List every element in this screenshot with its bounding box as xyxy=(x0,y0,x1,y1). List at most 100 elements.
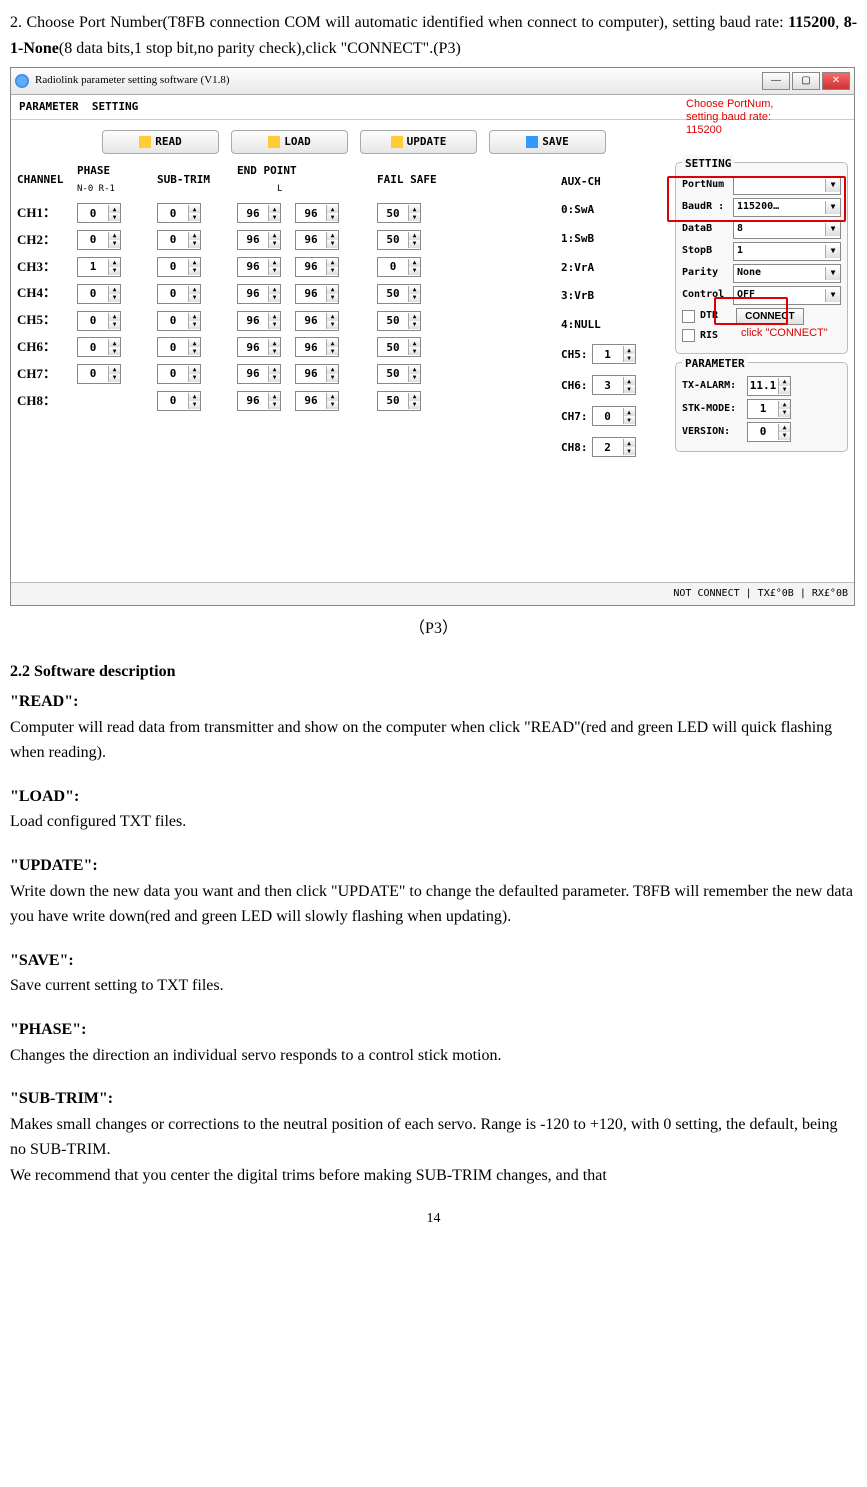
parity-combo[interactable]: None▼ xyxy=(733,264,841,283)
header-subtrim: SUB-TRIM xyxy=(157,171,237,189)
endpoint-l-spinner[interactable]: 96▲▼ xyxy=(237,337,281,357)
endpoint-l-spinner[interactable]: 96▲▼ xyxy=(237,203,281,223)
version-label: VERSION: xyxy=(682,424,744,440)
read-button[interactable]: READ xyxy=(102,130,219,154)
dtr-checkbox[interactable] xyxy=(682,310,695,323)
failsafe-spinner[interactable]: 0▲▼ xyxy=(377,257,421,277)
phase-spinner[interactable]: 0▲▼ xyxy=(77,364,121,384)
txalarm-label: TX-ALARM: xyxy=(682,378,744,394)
statusbar: NOT CONNECT | TX£°0B | RX£°0B xyxy=(11,582,854,605)
failsafe-spinner[interactable]: 50▲▼ xyxy=(377,364,421,384)
maximize-button[interactable]: ▢ xyxy=(792,72,820,90)
update-icon xyxy=(391,136,403,148)
stopb-combo[interactable]: 1▼ xyxy=(733,242,841,261)
annotation-top3: 115200 xyxy=(686,122,722,140)
aux-ch5-spinner[interactable]: 1▲▼ xyxy=(592,344,636,364)
txalarm-spinner[interactable]: 11.1▲▼ xyxy=(747,376,791,396)
subtrim-spinner[interactable]: 0▲▼ xyxy=(157,257,201,277)
save-icon xyxy=(526,136,538,148)
update-label: UPDATE xyxy=(407,133,447,151)
subtrim-spinner[interactable]: 0▲▼ xyxy=(157,203,201,223)
phase-spinner[interactable]: 0▲▼ xyxy=(77,284,121,304)
endpoint-r-spinner[interactable]: 96▲▼ xyxy=(295,311,339,331)
page-number: 14 xyxy=(10,1208,857,1230)
load-button[interactable]: LOAD xyxy=(231,130,348,154)
aux-ch8-spinner[interactable]: 2▲▼ xyxy=(592,437,636,457)
intro-paragraph: 2. Choose Port Number(T8FB connection CO… xyxy=(10,10,857,61)
window-title: Radiolink parameter setting software (V1… xyxy=(35,72,230,90)
app-icon xyxy=(15,74,29,88)
endpoint-l-spinner[interactable]: 96▲▼ xyxy=(237,284,281,304)
phase-spinner[interactable]: 0▲▼ xyxy=(77,311,121,331)
stkmode-spinner[interactable]: 1▲▼ xyxy=(747,399,791,419)
endpoint-l-spinner[interactable]: 96▲▼ xyxy=(237,391,281,411)
parameter-title: PARAMETER xyxy=(682,355,748,373)
minimize-button[interactable]: — xyxy=(762,72,790,90)
subtrim-spinner[interactable]: 0▲▼ xyxy=(157,311,201,331)
subtrim-spinner[interactable]: 0▲▼ xyxy=(157,391,201,411)
endpoint-r-spinner[interactable]: 96▲▼ xyxy=(295,337,339,357)
endpoint-r-spinner[interactable]: 96▲▼ xyxy=(295,391,339,411)
endpoint-r-spinner[interactable]: 96▲▼ xyxy=(295,203,339,223)
channel-label: CH2： xyxy=(17,230,77,251)
term-phase: "PHASE": xyxy=(10,1017,857,1043)
endpoint-r-spinner[interactable]: 96▲▼ xyxy=(295,230,339,250)
failsafe-spinner[interactable]: 50▲▼ xyxy=(377,311,421,331)
ris-label: RIS xyxy=(700,328,718,344)
body-save: Save current setting to TXT files. xyxy=(10,973,857,999)
failsafe-spinner[interactable]: 50▲▼ xyxy=(377,391,421,411)
save-label: SAVE xyxy=(542,133,569,151)
menu-parameter[interactable]: PARAMETER xyxy=(19,100,79,113)
header-phase: PHASEN-0 R-1 xyxy=(77,162,157,197)
term-update: "UPDATE": xyxy=(10,853,857,879)
figure-caption: （P3） xyxy=(10,616,857,642)
failsafe-spinner[interactable]: 50▲▼ xyxy=(377,337,421,357)
failsafe-spinner[interactable]: 50▲▼ xyxy=(377,284,421,304)
header-failsafe: FAIL SAFE xyxy=(377,171,477,189)
stkmode-label: STK-MODE: xyxy=(682,401,744,417)
annotation-bottom: click "CONNECT" xyxy=(741,325,828,343)
endpoint-l-spinner[interactable]: 96▲▼ xyxy=(237,311,281,331)
endpoint-l-spinner[interactable]: 96▲▼ xyxy=(237,257,281,277)
aux-ch8-label: CH8: xyxy=(561,439,588,457)
channel-label: CH3： xyxy=(17,257,77,278)
aux-3: 3:VrB xyxy=(561,287,646,305)
endpoint-r-spinner[interactable]: 96▲▼ xyxy=(295,284,339,304)
datab-combo[interactable]: 8▼ xyxy=(733,220,841,239)
subtrim-spinner[interactable]: 0▲▼ xyxy=(157,284,201,304)
ris-checkbox[interactable] xyxy=(682,329,695,342)
endpoint-r-spinner[interactable]: 96▲▼ xyxy=(295,257,339,277)
close-button[interactable]: ✕ xyxy=(822,72,850,90)
read-label: READ xyxy=(155,133,182,151)
endpoint-l-spinner[interactable]: 96▲▼ xyxy=(237,364,281,384)
subtrim-spinner[interactable]: 0▲▼ xyxy=(157,230,201,250)
load-label: LOAD xyxy=(284,133,311,151)
phase-spinner[interactable]: 0▲▼ xyxy=(77,230,121,250)
chevron-down-icon: ▼ xyxy=(825,223,840,236)
endpoint-l-spinner[interactable]: 96▲▼ xyxy=(237,230,281,250)
intro-sep: , xyxy=(835,14,843,31)
aux-ch7-label: CH7: xyxy=(561,408,588,426)
menu-setting[interactable]: SETTING xyxy=(92,100,138,113)
aux-4: 4:NULL xyxy=(561,316,646,334)
aux-ch6-spinner[interactable]: 3▲▼ xyxy=(592,375,636,395)
failsafe-spinner[interactable]: 50▲▼ xyxy=(377,230,421,250)
aux-ch7-spinner[interactable]: 0▲▼ xyxy=(592,406,636,426)
phase-spinner[interactable]: 0▲▼ xyxy=(77,337,121,357)
version-spinner[interactable]: 0▲▼ xyxy=(747,422,791,442)
save-button[interactable]: SAVE xyxy=(489,130,606,154)
failsafe-spinner[interactable]: 50▲▼ xyxy=(377,203,421,223)
body-update: Write down the new data you want and the… xyxy=(10,879,857,930)
term-subtrim: "SUB-TRIM": xyxy=(10,1086,857,1112)
header-endpoint: END POINTL xyxy=(237,162,377,197)
endpoint-r-spinner[interactable]: 96▲▼ xyxy=(295,364,339,384)
aux-0: 0:SwA xyxy=(561,201,646,219)
phase-spinner[interactable]: 1▲▼ xyxy=(77,257,121,277)
aux-ch6-label: CH6: xyxy=(561,377,588,395)
subtrim-spinner[interactable]: 0▲▼ xyxy=(157,337,201,357)
subtrim-spinner[interactable]: 0▲▼ xyxy=(157,364,201,384)
term-read: "READ": xyxy=(10,689,857,715)
update-button[interactable]: UPDATE xyxy=(360,130,477,154)
intro-baud: 115200 xyxy=(788,14,835,31)
phase-spinner[interactable]: 0▲▼ xyxy=(77,203,121,223)
